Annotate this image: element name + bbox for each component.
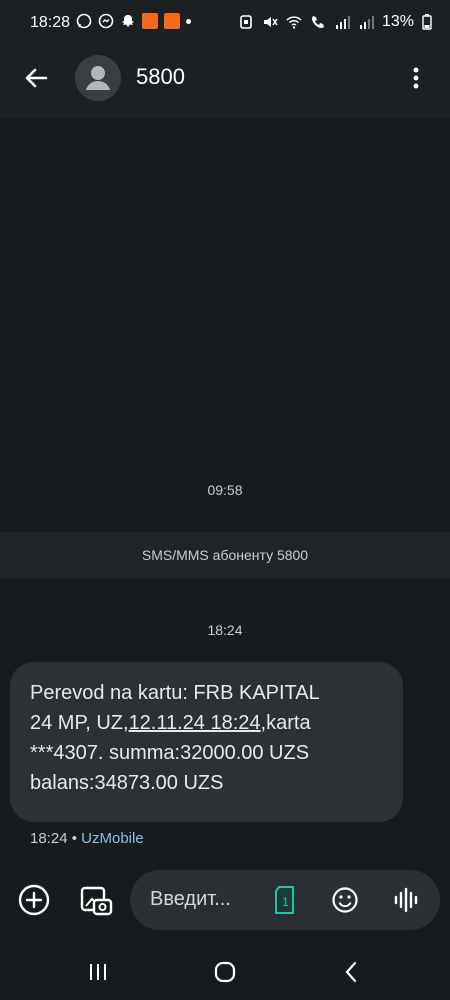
message-line: Perevod na kartu: FRB KAPITAL <box>30 682 320 704</box>
avatar[interactable] <box>75 55 121 101</box>
message-input[interactable]: Введит... 1 <box>130 870 440 930</box>
whatsapp-icon <box>76 13 92 29</box>
message-line: 24 MP, UZ,12.11.24 18:24,karta <box>30 708 383 738</box>
notification-icons <box>76 13 191 29</box>
snapchat-icon <box>122 15 134 27</box>
timestamp-divider: 09:58 <box>207 482 243 498</box>
conversation-header: 5800 <box>0 48 450 118</box>
contact-title: 5800 <box>136 64 185 89</box>
status-bar: 18:28 13% <box>0 0 450 48</box>
battery-text: 13% <box>381 13 414 30</box>
sim-card-icon[interactable]: 1 <box>273 885 297 915</box>
compose-bar: Введит... 1 <box>0 868 450 938</box>
home-icon[interactable] <box>211 958 239 986</box>
message-bubble[interactable]: Perevod na kartu: FRB KAPITAL 24 MP, UZ,… <box>10 662 403 822</box>
recipient-notice: SMS/MMS абоненту 5800 <box>0 532 450 578</box>
message-text: 24 MP, UZ, <box>30 712 129 734</box>
back-arrow-icon[interactable] <box>20 62 52 94</box>
wifi-icon <box>286 16 302 29</box>
app-badge-icon <box>142 13 158 29</box>
system-icons: 13% <box>238 13 432 31</box>
message-time: 18:24 <box>30 830 68 847</box>
date-link[interactable]: 12.11.24 18:24 <box>129 712 261 734</box>
messenger-icon <box>98 13 114 29</box>
mute-icon <box>263 17 278 27</box>
back-icon[interactable] <box>338 958 366 986</box>
message-line: ***4307. summa:32000.00 UZS <box>30 742 310 764</box>
meta-separator: • <box>71 830 77 847</box>
status-time: 18:28 <box>30 14 71 31</box>
battery-icon <box>422 14 432 30</box>
voice-message-icon[interactable] <box>392 885 420 915</box>
person-icon <box>86 66 110 90</box>
carrier-label: UzMobile <box>81 830 144 847</box>
signal-icon <box>335 16 350 29</box>
message-input-placeholder: Введит... <box>150 888 231 910</box>
message-line: balans:34873.00 UZS <box>30 772 224 794</box>
call-icon <box>311 16 324 28</box>
timestamp-divider: 18:24 <box>207 622 243 638</box>
message-meta: 18:24 • UzMobile <box>30 830 144 847</box>
recent-apps-icon[interactable] <box>84 958 112 986</box>
signal-icon <box>359 16 374 29</box>
more-dot-icon <box>186 18 191 24</box>
system-navigation-bar <box>0 944 450 1000</box>
emoji-icon[interactable] <box>331 886 359 914</box>
gallery-icon[interactable] <box>78 882 114 918</box>
add-attachment-icon[interactable] <box>16 882 52 918</box>
app-badge-icon <box>164 13 180 29</box>
more-options-icon[interactable] <box>402 62 430 94</box>
nfc-icon <box>240 15 252 29</box>
sim-number: 1 <box>282 895 289 909</box>
message-text: ,karta <box>260 712 311 734</box>
